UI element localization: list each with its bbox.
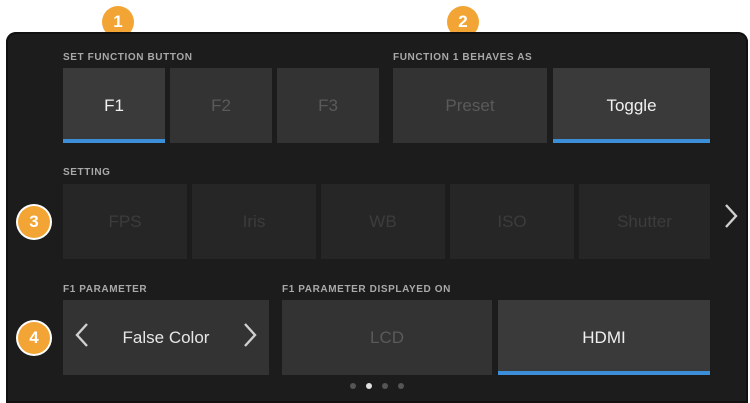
f3-button-label: F3 <box>318 95 338 115</box>
f2-button-label: F2 <box>211 95 231 115</box>
toggle-button[interactable]: Toggle <box>553 68 710 143</box>
preset-button[interactable]: Preset <box>393 68 547 143</box>
setting-iso: ISO <box>450 184 574 259</box>
setting-wb: WB <box>321 184 445 259</box>
callout-number: 4 <box>29 328 39 347</box>
f1-button-label: F1 <box>104 95 124 115</box>
chevron-right-icon-graphic <box>244 323 257 347</box>
function-behaves-as-label: FUNCTION 1 BEHAVES AS <box>393 52 533 63</box>
toggle-button-label: Toggle <box>606 95 657 115</box>
setting-label: SETTING <box>63 167 111 178</box>
page-dot-2[interactable] <box>366 383 372 389</box>
setting-iris-label: Iris <box>242 211 266 231</box>
callout-4: 4 <box>18 322 50 354</box>
callout-number: 1 <box>113 12 123 31</box>
chevron-left-icon-graphic <box>75 323 88 347</box>
preset-button-label: Preset <box>445 95 495 115</box>
f1-button[interactable]: F1 <box>63 68 165 143</box>
page-dot-1[interactable] <box>350 383 356 389</box>
chevron-left-icon[interactable] <box>75 321 89 354</box>
setting-fps: FPS <box>63 184 187 259</box>
hdmi-button[interactable]: HDMI <box>498 300 710 375</box>
f1-parameter-displayed-on-label: F1 PARAMETER DISPLAYED ON <box>282 284 451 295</box>
setting-fps-label: FPS <box>108 211 142 231</box>
lcd-button-label: LCD <box>369 327 404 347</box>
page-dot-4[interactable] <box>398 383 404 389</box>
setting-shutter: Shutter <box>579 184 710 259</box>
chevron-right-icon[interactable] <box>243 321 257 354</box>
setting-iso-label: ISO <box>497 211 527 231</box>
chevron-right-icon[interactable] <box>724 202 738 236</box>
chevron-right-icon-graphic <box>725 204 738 228</box>
function-button-settings-screen: SET FUNCTION BUTTON FUNCTION 1 BEHAVES A… <box>6 32 748 403</box>
callout-number: 2 <box>458 12 468 31</box>
setting-wb-label: WB <box>369 211 397 231</box>
f1-parameter-label: F1 PARAMETER <box>63 284 148 295</box>
page-dot-3[interactable] <box>382 383 388 389</box>
f3-button[interactable]: F3 <box>277 68 379 143</box>
lcd-button[interactable]: LCD <box>282 300 492 375</box>
f1-parameter-selector[interactable]: False Color <box>63 300 269 375</box>
setting-iris: Iris <box>192 184 316 259</box>
callout-3: 3 <box>18 206 50 238</box>
page-indicator <box>350 383 404 389</box>
f1-parameter-value: False Color <box>122 327 210 347</box>
set-function-button-label: SET FUNCTION BUTTON <box>63 52 193 63</box>
callout-number: 3 <box>29 212 39 231</box>
setting-shutter-label: Shutter <box>617 211 672 231</box>
f2-button[interactable]: F2 <box>170 68 272 143</box>
hdmi-button-label: HDMI <box>582 327 626 347</box>
